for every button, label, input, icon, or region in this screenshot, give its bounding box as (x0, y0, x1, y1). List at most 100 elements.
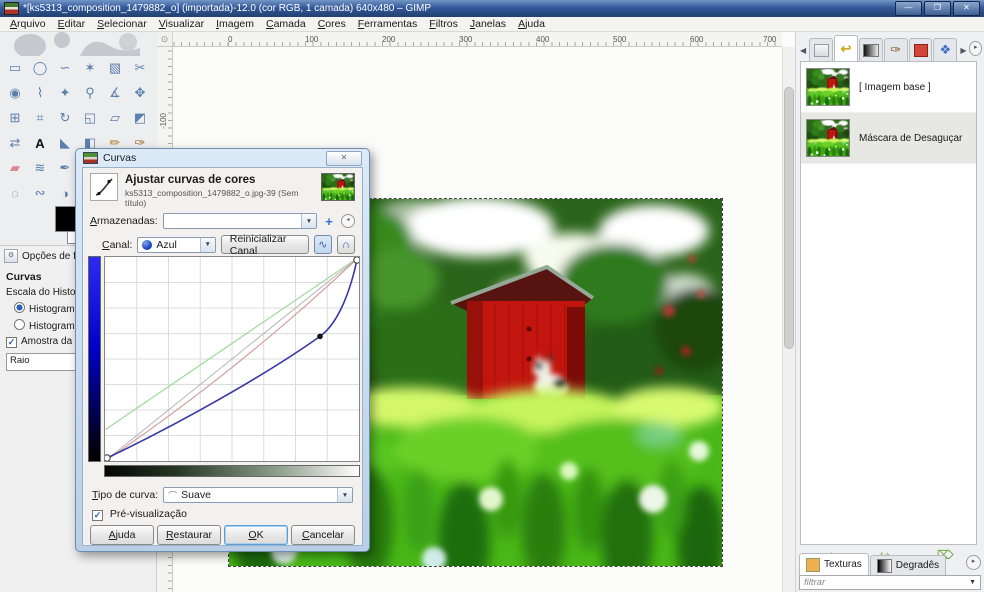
undo-item-unsharp-mask[interactable]: Máscara de Desaguçar (801, 113, 976, 164)
tool-select-by-color[interactable]: ▧ (103, 56, 127, 80)
h-ruler-label: 700 (763, 35, 777, 44)
menu-bar: Arquivo Editar Selecionar Visualizar Ima… (0, 17, 984, 32)
h-ruler-label: 100 (305, 35, 319, 44)
tab-patterns[interactable] (908, 38, 933, 61)
menu-imagem[interactable]: Imagem (210, 18, 260, 30)
horizontal-ruler[interactable]: 0 100 200 300 400 500 600 700 (173, 32, 782, 47)
presets-menu-button[interactable]: ◂ (341, 214, 355, 228)
dialog-icon (83, 152, 98, 164)
tabs-scroll-right-icon[interactable]: ▶ (958, 46, 968, 61)
tool-smudge[interactable]: ∾ (28, 181, 52, 205)
add-preset-button[interactable]: + (322, 214, 336, 229)
menu-ajuda[interactable]: Ajuda (512, 18, 551, 30)
reset-channel-button[interactable]: Reinicializar Canal (220, 233, 309, 257)
dialog-close-button[interactable]: ✕ (326, 150, 362, 166)
menu-filtros[interactable]: Filtros (423, 18, 464, 30)
cancel-button[interactable]: Cancelar (291, 525, 355, 545)
tab-undo-history[interactable]: ↩ (834, 35, 858, 61)
ok-button[interactable]: OK (224, 525, 288, 545)
tool-airbrush[interactable]: ≋ (28, 156, 52, 180)
tool-ink[interactable]: ✒ (53, 156, 77, 180)
tool-zoom[interactable]: ⚲ (78, 81, 102, 105)
curves-tool-icon (90, 173, 118, 201)
undo-history-panel: [ Imagem base ] Máscara de Desaguçar (800, 61, 977, 545)
tool-paths[interactable]: ⌇ (28, 81, 52, 105)
tabs-scroll-left-icon[interactable]: ◀ (798, 46, 808, 61)
dialog-subheading: ks5313_composition_1479882_o.jpg-39 (Sem… (125, 188, 299, 208)
tool-align[interactable]: ⊞ (3, 106, 27, 130)
tool-move[interactable]: ✥ (128, 81, 152, 105)
dock-menu-button[interactable]: ▸ (969, 41, 982, 56)
tab-texturas[interactable]: Texturas (799, 553, 869, 575)
tool-foreground-select[interactable]: ◉ (3, 81, 27, 105)
curve-point-mid[interactable] (317, 333, 323, 340)
curves-dialog[interactable]: Curvas ✕ Ajustar curvas de cores ks5313_… (75, 148, 370, 552)
curve-point-black[interactable] (103, 454, 111, 462)
menu-visualizar[interactable]: Visualizar (153, 18, 210, 30)
tool-scissors-select[interactable]: ✂ (128, 56, 152, 80)
tool-color-picker[interactable]: ✦ (53, 81, 77, 105)
curves-plot[interactable] (103, 256, 361, 462)
tool-fuzzy-select[interactable]: ✶ (78, 56, 102, 80)
tab-tool-presets[interactable] (809, 38, 834, 61)
menu-ferramentas[interactable]: Ferramentas (352, 18, 424, 30)
tool-rotate[interactable]: ↻ (53, 106, 77, 130)
input-gradient-bar (104, 465, 360, 477)
reset-button[interactable]: Restaurar (157, 525, 221, 545)
menu-editar[interactable]: Editar (52, 18, 91, 30)
menu-janelas[interactable]: Janelas (464, 18, 512, 30)
maximize-button[interactable]: ❐ (924, 1, 951, 16)
tool-rectangle-select[interactable]: ▭ (3, 56, 27, 80)
preview-option[interactable]: ✓ Pré-visualização (92, 508, 187, 521)
tool-blur-sharpen[interactable]: ◌ (3, 181, 27, 205)
dock-tab-strip: ◀ ↩ ✑ ❖ ▶ ▸ (798, 34, 982, 61)
vertical-scrollbar[interactable] (782, 47, 795, 592)
tool-text[interactable]: A (28, 131, 52, 155)
channel-combobox[interactable]: Azul ▼ (137, 236, 216, 253)
tool-bucket-fill[interactable]: ◣ (53, 131, 77, 155)
tab-brushes[interactable]: ✑ (883, 38, 908, 61)
close-button[interactable]: ✕ (953, 1, 980, 16)
tab-document-history[interactable]: ❖ (933, 38, 958, 61)
gradient-icon (876, 558, 892, 573)
help-button[interactable]: Ajuda (90, 525, 154, 545)
menu-camada[interactable]: Camada (260, 18, 312, 30)
gradient-icon (862, 43, 879, 57)
tool-flip[interactable]: ⇄ (3, 131, 27, 155)
presets-combobox[interactable]: ▼ (162, 213, 317, 229)
undo-item-label: Máscara de Desaguçar (859, 132, 963, 144)
channel-label: Canal: (102, 238, 133, 251)
blue-channel-icon (142, 239, 153, 250)
menu-arquivo[interactable]: Arquivo (4, 18, 52, 30)
tool-shear[interactable]: ▱ (103, 106, 127, 130)
tool-perspective[interactable]: ◩ (128, 106, 152, 130)
ruler-origin-button[interactable]: ⊙ (157, 32, 173, 47)
filter-input[interactable]: filtrar ▼ (799, 575, 981, 590)
minimize-button[interactable]: — (895, 1, 922, 16)
h-ruler-label: 200 (382, 35, 396, 44)
tool-eraser[interactable]: ▰ (3, 156, 27, 180)
tool-measure[interactable]: ∡ (103, 81, 127, 105)
tab-gradients[interactable] (858, 38, 883, 61)
tool-ellipse-select[interactable]: ◯ (28, 56, 52, 80)
menu-selecionar[interactable]: Selecionar (91, 18, 153, 30)
tab-degrades[interactable]: Degradês (869, 555, 947, 575)
tool-free-select[interactable]: ∽ (53, 56, 77, 80)
tool-crop[interactable]: ⌗ (28, 106, 52, 130)
undo-arrow-icon: ↩ (840, 40, 852, 56)
log-histogram-toggle[interactable]: ∩ (336, 235, 355, 254)
lower-dock-menu-button[interactable]: ▸ (966, 555, 981, 570)
dialog-buttons: Ajuda Restaurar OK Cancelar (90, 525, 355, 545)
linear-histogram-toggle[interactable]: ∿ (313, 235, 332, 254)
lower-tab-strip: Texturas Degradês ▸ (799, 553, 981, 575)
dialog-body: Ajustar curvas de cores ks5313_compositi… (82, 167, 363, 546)
dialog-title-bar[interactable]: Curvas ✕ (76, 149, 369, 167)
vertical-scrollbar-thumb[interactable] (784, 87, 794, 349)
tool-scale[interactable]: ◱ (78, 106, 102, 130)
curve-point-white[interactable] (353, 256, 361, 264)
menu-cores[interactable]: Cores (312, 18, 352, 30)
curve-type-combobox[interactable]: ⌒ Suave ▼ (163, 487, 353, 503)
tool-dodge-burn[interactable]: ◑ (53, 181, 77, 205)
undo-item-base-image[interactable]: [ Imagem base ] (801, 62, 976, 113)
paintbrush-icon: ✑ (890, 42, 902, 57)
